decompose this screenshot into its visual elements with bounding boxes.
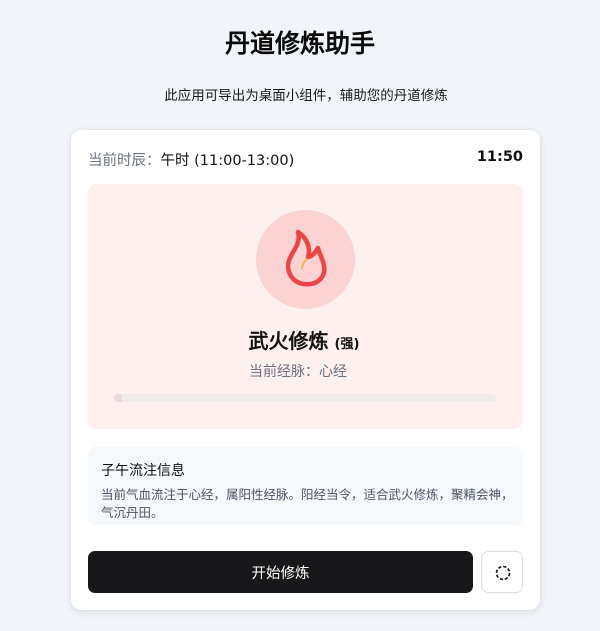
- practice-mode-name: 武火修炼: [248, 329, 329, 353]
- current-shichen-value: 午时 (11:00-13:00): [160, 153, 295, 169]
- flame-badge: [256, 210, 355, 309]
- current-meridian: 当前经脉：心经: [249, 364, 347, 380]
- practice-mode: 武火修炼 (强): [88, 325, 508, 354]
- practice-status-panel: 武火修炼 (强) 当前经脉：心经: [88, 184, 523, 429]
- ziwu-info-title: 子午流注信息: [101, 463, 185, 479]
- app-subtitle: 此应用可导出为桌面小组件，辅助您的丹道修炼: [164, 88, 448, 104]
- clock: 11:50: [476, 149, 523, 165]
- practice-card: 当前时辰：午时 (11:00-13:00) 11:50 武火修炼 (强) 当前经脉…: [71, 130, 540, 610]
- ziwu-info-text: 当前气血流注于心经，属阳性经脉。阳经当令，适合武火修炼，聚精会神，气沉丹田。: [101, 487, 514, 520]
- practice-progress-fill: [114, 394, 122, 402]
- practice-mode-strength: (强): [334, 337, 360, 352]
- start-practice-button[interactable]: 开始修炼: [88, 551, 473, 593]
- reset-button[interactable]: [481, 551, 523, 593]
- current-shichen-label: 当前时辰：: [88, 153, 161, 169]
- reset-icon: [495, 565, 511, 581]
- flame-icon: [285, 229, 327, 287]
- ziwu-info-panel: 子午流注信息 当前气血流注于心经，属阳性经脉。阳经当令，适合武火修炼，聚精会神，…: [88, 446, 523, 526]
- time-row: 当前时辰：午时 (11:00-13:00) 11:50: [88, 149, 523, 169]
- practice-progress-bar: [114, 394, 496, 402]
- app-title: 丹道修炼助手: [224, 29, 375, 58]
